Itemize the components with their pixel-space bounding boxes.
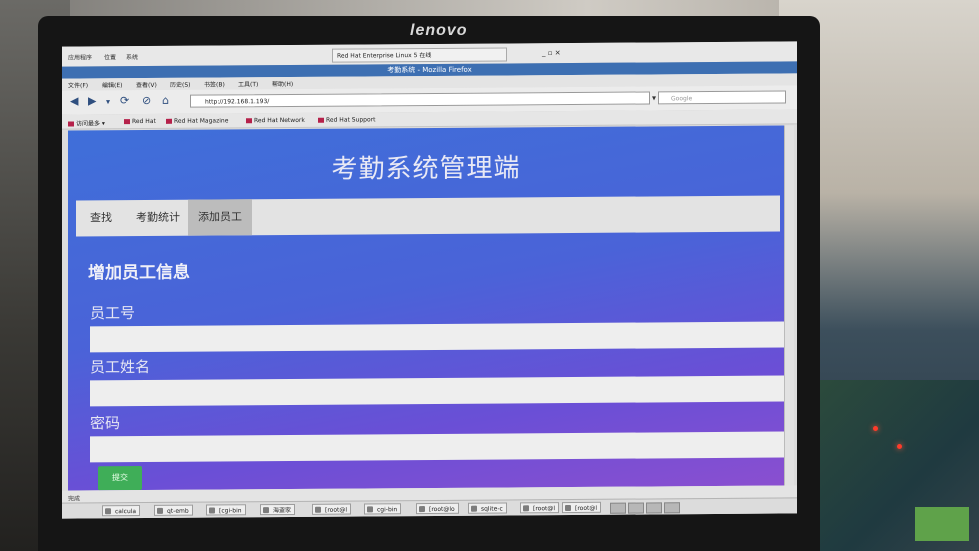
submit-button[interactable]: 提交 <box>98 466 142 491</box>
home-icon[interactable]: ⌂ <box>162 94 169 107</box>
menu-history[interactable]: 历史(S) <box>170 80 191 89</box>
bookmark-icon <box>318 117 324 123</box>
os-menu-system[interactable]: 系统 <box>126 52 138 61</box>
bookmark-label: Red Hat Magazine <box>174 117 229 125</box>
form-title: 增加员工信息 <box>88 262 190 284</box>
password-label: 密码 <box>90 414 121 433</box>
screen: 应用程序 位置 系统 Red Hat Enterprise Linux 5 在线… <box>62 41 797 519</box>
taskbar-item[interactable]: [root@l <box>520 502 560 514</box>
status-text: 完成 <box>68 495 81 503</box>
taskbar-item[interactable]: sqlite-c <box>468 502 507 514</box>
red-led-icon <box>897 444 902 449</box>
nav-tabs: 查找 考勤统计 添加员工 <box>76 195 780 237</box>
employee-name-field[interactable] <box>90 375 784 407</box>
taskbar-item[interactable]: qt-emb <box>154 504 193 516</box>
tab-attendance-stats[interactable]: 考勤统计 <box>126 200 190 236</box>
menu-tools[interactable]: 工具(T) <box>238 79 258 88</box>
vertical-scrollbar[interactable] <box>784 125 794 486</box>
page-title: 考勤系统管理端 <box>331 153 521 185</box>
bookmark-icon <box>166 118 172 124</box>
tab-add-employee[interactable]: 添加员工 <box>188 199 252 236</box>
employee-id-field[interactable] <box>90 321 784 353</box>
bookmark-red-hat-network[interactable]: Red Hat Network <box>246 117 305 124</box>
url-dropdown-icon[interactable]: ▾ <box>652 93 656 102</box>
taskbar-item[interactable]: [root@lo <box>416 502 459 515</box>
window-controls[interactable]: _ ▫ ✕ <box>542 49 561 57</box>
bookmark-most-visited[interactable]: 访问最多 ▾ <box>68 118 105 127</box>
workspace-switcher-1[interactable] <box>610 502 626 514</box>
os-menu-places[interactable]: 位置 <box>104 52 116 61</box>
menu-help[interactable]: 帮助(H) <box>272 79 293 88</box>
taskbar-item[interactable]: [root@l <box>562 501 602 514</box>
window-tab[interactable]: Red Hat Enterprise Linux 5 在线 <box>332 47 507 63</box>
employee-id-label: 员工号 <box>90 304 136 323</box>
workspace-switcher-3[interactable] <box>646 502 662 514</box>
menu-edit[interactable]: 编辑(E) <box>102 80 122 89</box>
os-menu-applications[interactable]: 应用程序 <box>68 52 92 61</box>
bookmark-label: Red Hat <box>132 117 156 126</box>
menu-file[interactable]: 文件(F) <box>68 80 88 89</box>
red-led-icon <box>873 426 878 431</box>
taskbar-item[interactable]: calcula <box>102 505 141 517</box>
back-arrow-icon[interactable]: ◀ <box>70 94 78 107</box>
bookmark-label: 访问最多 ▾ <box>76 120 105 128</box>
url-field[interactable]: http://192.168.1.193/ <box>190 91 650 108</box>
bookmark-red-hat-magazine[interactable]: Red Hat Magazine <box>166 117 229 125</box>
workspace-switcher-2[interactable] <box>628 502 644 514</box>
dropdown-icon[interactable]: ▾ <box>106 97 110 106</box>
monitor-brand: lenovo <box>410 22 468 39</box>
tab-search[interactable]: 查找 <box>80 200 122 236</box>
employee-name-label: 员工姓名 <box>90 357 151 377</box>
bookmark-red-hat[interactable]: Red Hat <box>124 118 156 125</box>
bookmark-label: Red Hat Network <box>254 116 305 125</box>
reload-icon[interactable]: ⟳ <box>120 94 129 107</box>
workspace-switcher-4[interactable] <box>664 502 680 514</box>
menu-bookmarks[interactable]: 书签(B) <box>204 79 225 88</box>
menu-view[interactable]: 查看(V) <box>136 80 157 89</box>
terminal-block <box>915 507 969 541</box>
search-input[interactable]: Google <box>658 90 786 105</box>
taskbar-item[interactable]: 海盗家 <box>260 503 296 516</box>
bookmark-red-hat-support[interactable]: Red Hat Support <box>318 116 376 124</box>
bookmark-icon <box>68 121 74 127</box>
bookmark-icon <box>124 119 130 125</box>
taskbar-item[interactable]: [root@l <box>312 503 352 515</box>
forward-arrow-icon[interactable]: ▶ <box>88 94 96 107</box>
bookmark-icon <box>246 118 252 124</box>
bookmark-label: Red Hat Support <box>326 116 376 124</box>
stop-icon[interactable]: ⊘ <box>142 94 151 107</box>
taskbar-item[interactable]: [cgi-bin <box>206 504 246 516</box>
web-page: 考勤系统管理端 查找 考勤统计 添加员工 增加员工信息 员工号 员工姓名 密码 … <box>68 125 784 491</box>
circuit-board <box>815 380 979 551</box>
taskbar-item[interactable]: cgi-bin <box>364 503 402 515</box>
password-field[interactable] <box>90 431 784 463</box>
